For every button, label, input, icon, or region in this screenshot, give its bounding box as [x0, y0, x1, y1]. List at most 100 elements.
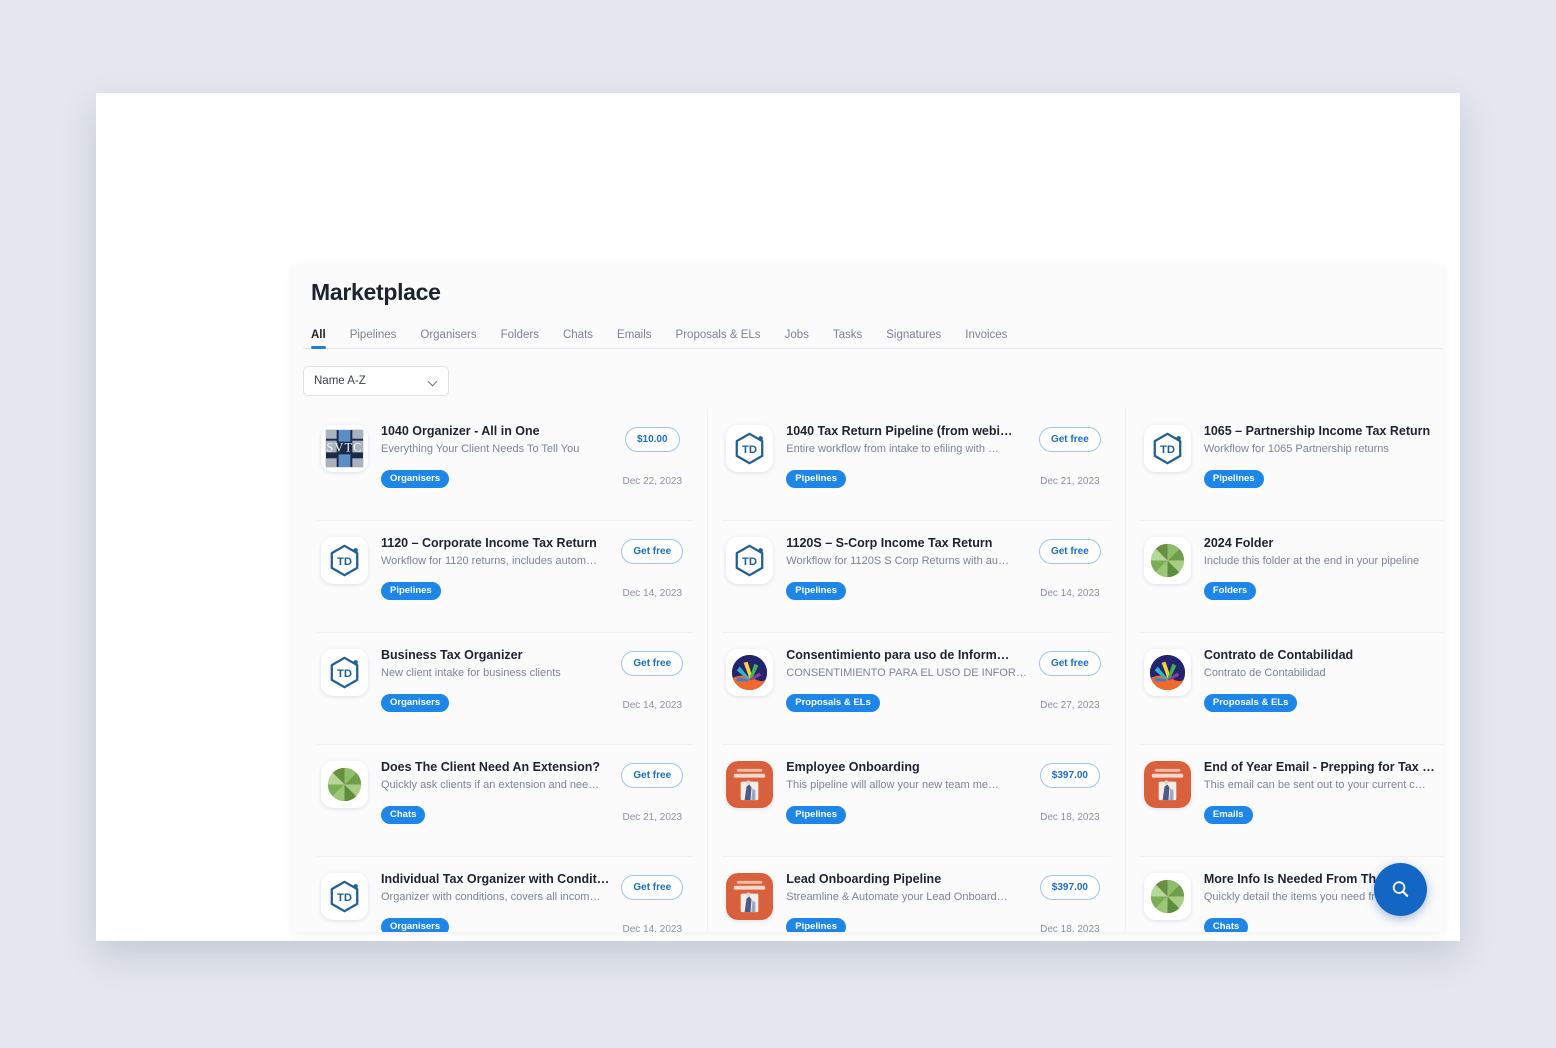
marketplace-card[interactable]: Lead Onboarding PipelineStreamline & Aut…: [722, 857, 1111, 932]
card-title: Employee Onboarding: [786, 759, 1027, 775]
tab-all[interactable]: All: [311, 329, 326, 348]
card-actions: Get freeDec 21, 2023: [1441, 871, 1443, 932]
marketplace-card[interactable]: TDBusiness Tax OrganizerNew client intak…: [317, 633, 693, 745]
card-action-button[interactable]: Get free: [621, 651, 683, 676]
category-tabs[interactable]: All Pipelines Organisers Folders Chats Emails…: [303, 323, 1443, 349]
card-icon: TD: [726, 425, 773, 472]
card-icon: TD: [321, 873, 368, 920]
colorful-circle-icon: [726, 649, 773, 696]
sort-select-value: Name A-Z: [314, 375, 366, 387]
tab-invoices[interactable]: Invoices: [965, 329, 1007, 348]
chevron-down-icon: [429, 377, 438, 386]
card-date: Dec 21, 2023: [1040, 476, 1100, 487]
tab-folders[interactable]: Folders: [501, 329, 539, 348]
screenshot-root: Marketplace AllPipelinesOrganisersFolder…: [0, 0, 1556, 1048]
svg-text:TD: TD: [1160, 444, 1175, 456]
card-icon: [726, 649, 773, 696]
category-badge: Chats: [381, 806, 425, 824]
card-date: Dec 21, 2023: [623, 812, 683, 823]
card-subtitle: Workflow for 1120 returns, includes auto…: [381, 554, 609, 569]
marketplace-card[interactable]: 2024 FolderInclude this folder at the en…: [1140, 521, 1443, 633]
card-date: Dec 18, 2023: [1040, 812, 1100, 823]
category-badge: Organisers: [381, 694, 449, 712]
marketplace-card[interactable]: TD1120S – S-Corp Income Tax ReturnWorkfl…: [722, 521, 1111, 633]
card-actions: Get free Dec 21, 2023: [1033, 423, 1107, 487]
card-action-button[interactable]: $397.00: [1040, 763, 1100, 788]
tab-proposals-els[interactable]: Proposals & ELs: [676, 329, 761, 348]
td-hexagon-icon: TD: [321, 537, 368, 584]
marketplace-card[interactable]: TD Individual Tax Organizer with Condit…O…: [317, 857, 693, 932]
card-actions: Get freeDec 14, 2023: [615, 871, 689, 932]
card-icon: SVTC: [321, 425, 368, 472]
card-action-button[interactable]: $397.00: [1040, 875, 1100, 900]
category-badge: Proposals & ELs: [1204, 694, 1298, 712]
card-icon: [1144, 649, 1191, 696]
card-footer: Pipelines: [381, 582, 609, 600]
td-hexagon-icon: TD: [726, 425, 773, 472]
marketplace-card[interactable]: Does The Client Need An Extension?Quickl…: [317, 745, 693, 857]
category-badge: Chats: [1204, 918, 1248, 932]
card-action-button[interactable]: $10.00: [625, 427, 680, 452]
marketplace-card[interactable]: Consentimiento para uso de Inform…CONSEN…: [722, 633, 1111, 745]
card-footer: Pipelines: [786, 582, 1027, 600]
card-icon: [321, 761, 368, 808]
card-body: Individual Tax Organizer with Condit…Org…: [368, 871, 615, 932]
marketplace-card[interactable]: TD1120 – Corporate Income Tax ReturnWork…: [317, 521, 693, 633]
category-badge: Organisers: [381, 470, 449, 488]
card-icon: [1144, 761, 1191, 808]
card-footer: Pipelines: [786, 806, 1027, 824]
marketplace-card[interactable]: SVTC1040 Organizer - All in OneEverythin…: [317, 409, 693, 521]
card-icon: [726, 873, 773, 920]
marketplace-card[interactable]: TD1040 Tax Return Pipeline (from webi…En…: [722, 409, 1111, 521]
tab-pipelines[interactable]: Pipelines: [350, 329, 397, 348]
svg-text:SVTC: SVTC: [327, 440, 363, 454]
card-action-button[interactable]: Get free: [621, 875, 683, 900]
card-body: Employee OnboardingThis pipeline will al…: [773, 759, 1033, 824]
card-body: End of Year Email - Prepping for Tax …Th…: [1191, 759, 1441, 824]
card-body: Business Tax OrganizerNew client intake …: [368, 647, 615, 712]
card-subtitle: Streamline & Automate your Lead Onboard…: [786, 890, 1027, 905]
card-title: 1065 – Partnership Income Tax Return: [1204, 423, 1435, 439]
card-footer: Pipelines: [1204, 470, 1435, 488]
card-title: Contrato de Contabilidad: [1204, 647, 1435, 663]
card-title: 1120S – S-Corp Income Tax Return: [786, 535, 1027, 551]
td-hexagon-icon: TD: [726, 537, 773, 584]
category-badge: Pipelines: [786, 918, 846, 932]
card-action-button[interactable]: Get free: [621, 763, 683, 788]
toolbar: Name A-Z: [293, 349, 1443, 396]
card-actions: $10.00Dec 22, 2023: [615, 423, 689, 487]
card-footer: Chats: [1204, 918, 1435, 932]
marketplace-card[interactable]: TD1065 – Partnership Income Tax ReturnWo…: [1140, 409, 1443, 521]
tab-jobs[interactable]: Jobs: [785, 329, 809, 348]
tab-chats[interactable]: Chats: [563, 329, 593, 348]
card-action-button[interactable]: Get free: [621, 539, 683, 564]
marketplace-card[interactable]: Employee OnboardingThis pipeline will al…: [722, 745, 1111, 857]
svg-text:TD: TD: [742, 556, 757, 568]
sort-select[interactable]: Name A-Z: [303, 366, 449, 396]
category-badge: Organisers: [381, 918, 449, 932]
search-fab-button[interactable]: [1374, 863, 1427, 916]
card-icon: [1144, 873, 1191, 920]
green-pinwheel-icon: [1144, 873, 1191, 920]
marketplace-card[interactable]: End of Year Email - Prepping for Tax …Th…: [1140, 745, 1443, 857]
card-action-button[interactable]: Get free: [1039, 427, 1101, 452]
card-actions: $397.00Dec 18, 2023: [1033, 871, 1107, 932]
card-actions: Get free Dec 21, 2023: [615, 759, 689, 823]
card-title: 2024 Folder: [1204, 535, 1435, 551]
card-icon: TD: [321, 649, 368, 696]
svg-text:TD: TD: [337, 892, 352, 904]
card-icon: TD: [1144, 425, 1191, 472]
tab-tasks[interactable]: Tasks: [833, 329, 862, 348]
card-footer: Chats: [381, 806, 609, 824]
svtc-logo-icon: SVTC: [321, 425, 368, 472]
card-action-button[interactable]: Get free: [1039, 651, 1101, 676]
tab-signatures[interactable]: Signatures: [886, 329, 941, 348]
card-body: Lead Onboarding PipelineStreamline & Aut…: [773, 871, 1033, 932]
tab-emails[interactable]: Emails: [617, 329, 652, 348]
marketplace-card[interactable]: Contrato de ContabilidadContrato de Cont…: [1140, 633, 1443, 745]
card-body: Contrato de ContabilidadContrato de Cont…: [1191, 647, 1441, 712]
card-body: Does The Client Need An Extension?Quickl…: [368, 759, 615, 824]
card-actions: Get freeDec 27, 2023: [1033, 647, 1107, 711]
card-action-button[interactable]: Get free: [1039, 539, 1101, 564]
tab-organisers[interactable]: Organisers: [420, 329, 476, 348]
